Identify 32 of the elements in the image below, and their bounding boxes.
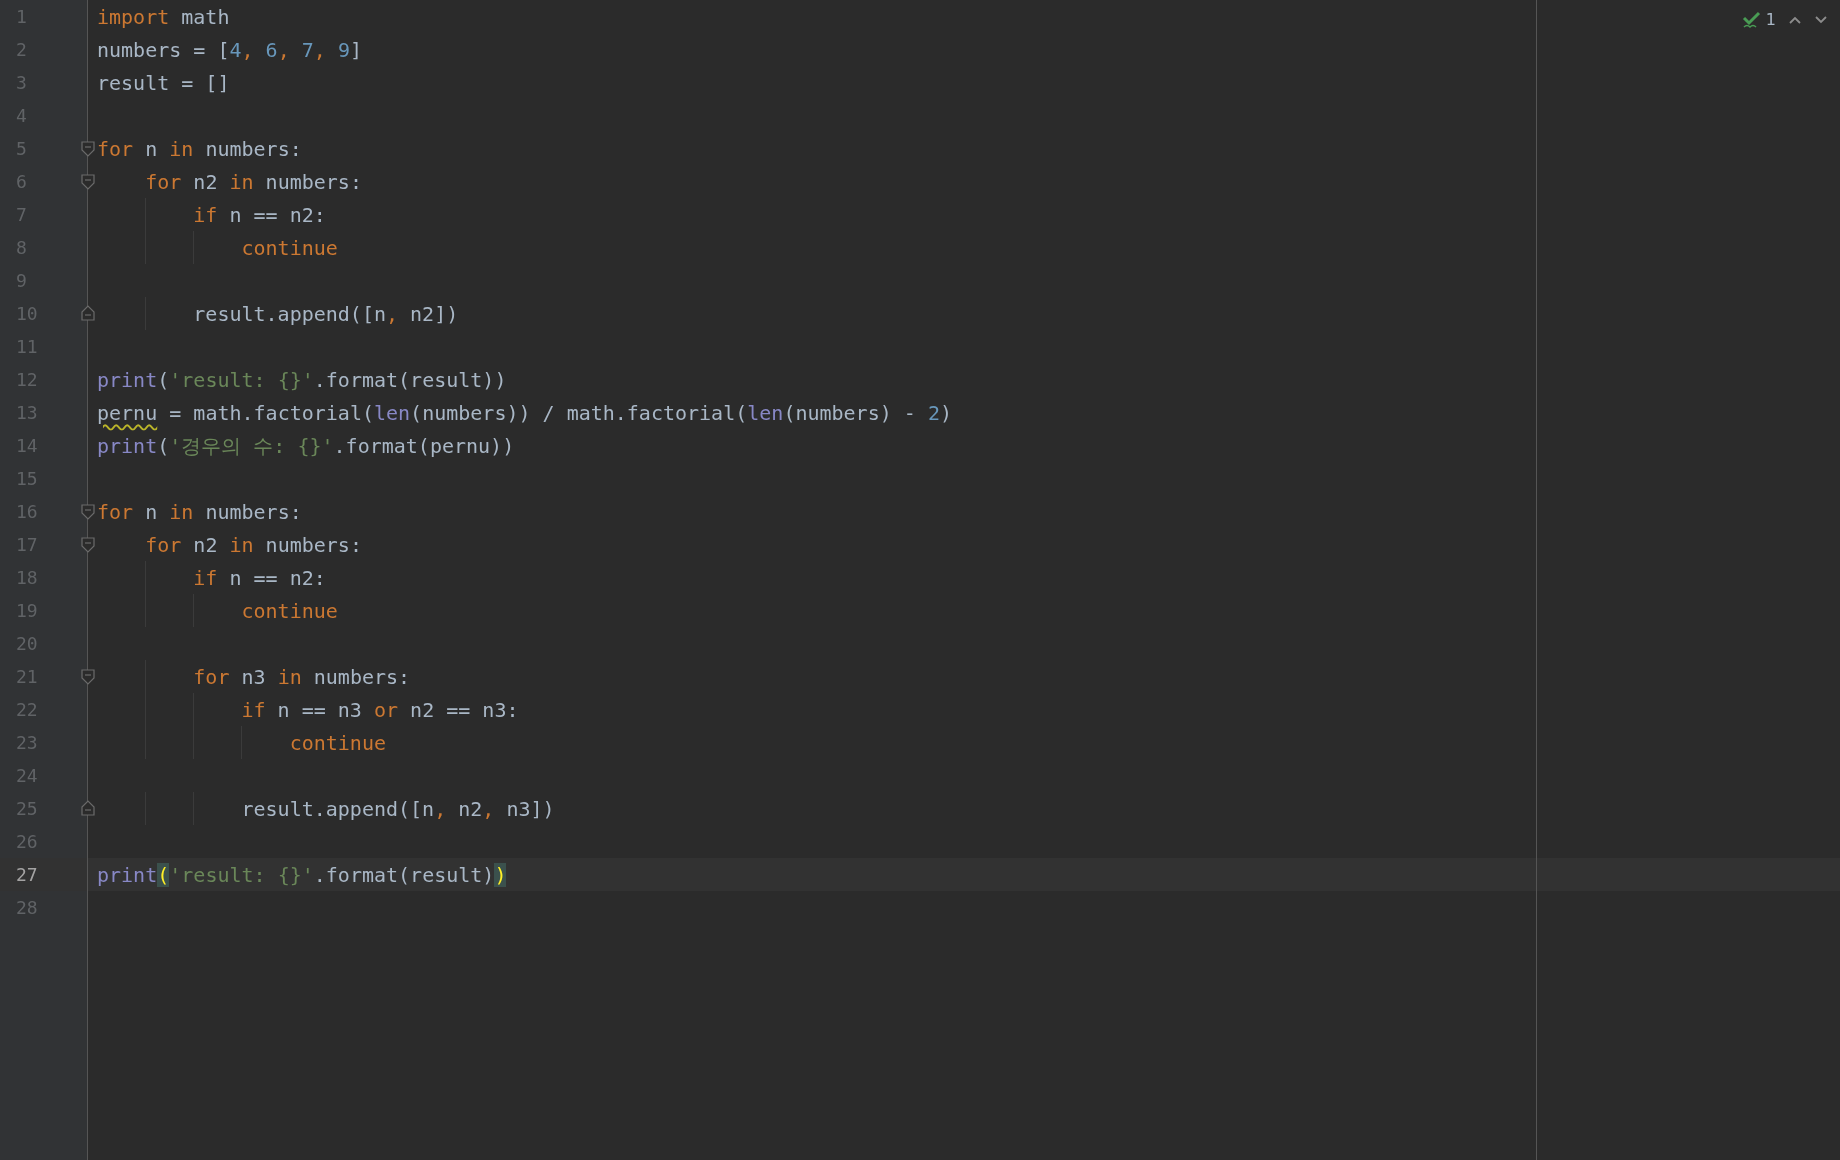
code-line: for n in numbers: (97, 135, 302, 162)
code-line: for n3 in numbers: (192, 663, 411, 690)
code-line: pernu = math.factorial(len(numbers)) / math.factorial(len(numbers) - 2) (97, 399, 952, 426)
code-line: result.append([n, n2, n3]) (240, 795, 555, 822)
fold-icon[interactable] (81, 800, 95, 816)
chevron-down-icon[interactable] (1814, 15, 1828, 25)
line-number: 27 (16, 863, 38, 887)
code-line: print('result: {}'.format(result)) (97, 861, 507, 888)
code-line: for n2 in numbers: (144, 168, 362, 195)
code-line: result.append([n, n2]) (192, 300, 459, 327)
fold-icon[interactable] (81, 669, 95, 685)
fold-icon[interactable] (81, 174, 95, 190)
code-line: continue (288, 729, 386, 756)
code-line: result = [] (97, 69, 230, 96)
code-line: numbers = [4, 6, 7, 9] (97, 36, 362, 63)
code-line: for n2 in numbers: (144, 531, 362, 558)
check-icon[interactable] (1741, 11, 1762, 29)
fold-icon[interactable] (81, 305, 95, 321)
code-line: continue (240, 597, 338, 624)
code-line: if n == n2: (192, 564, 326, 591)
fold-icon[interactable] (81, 141, 95, 157)
code-line: import math (97, 3, 230, 30)
chevron-up-icon[interactable] (1788, 15, 1802, 25)
code-line: continue (240, 234, 338, 261)
code-line: print('경우의 수: {}'.format(pernu)) (97, 432, 515, 459)
fold-icon[interactable] (81, 537, 95, 553)
fold-icon[interactable] (81, 504, 95, 520)
code-line: if n == n2: (192, 201, 326, 228)
code-line: if n == n3 or n2 == n3: (240, 696, 519, 723)
code-line: for n in numbers: (97, 498, 302, 525)
problem-count[interactable]: 1 (1765, 8, 1776, 32)
code-line: print('result: {}'.format(result)) (97, 366, 507, 393)
